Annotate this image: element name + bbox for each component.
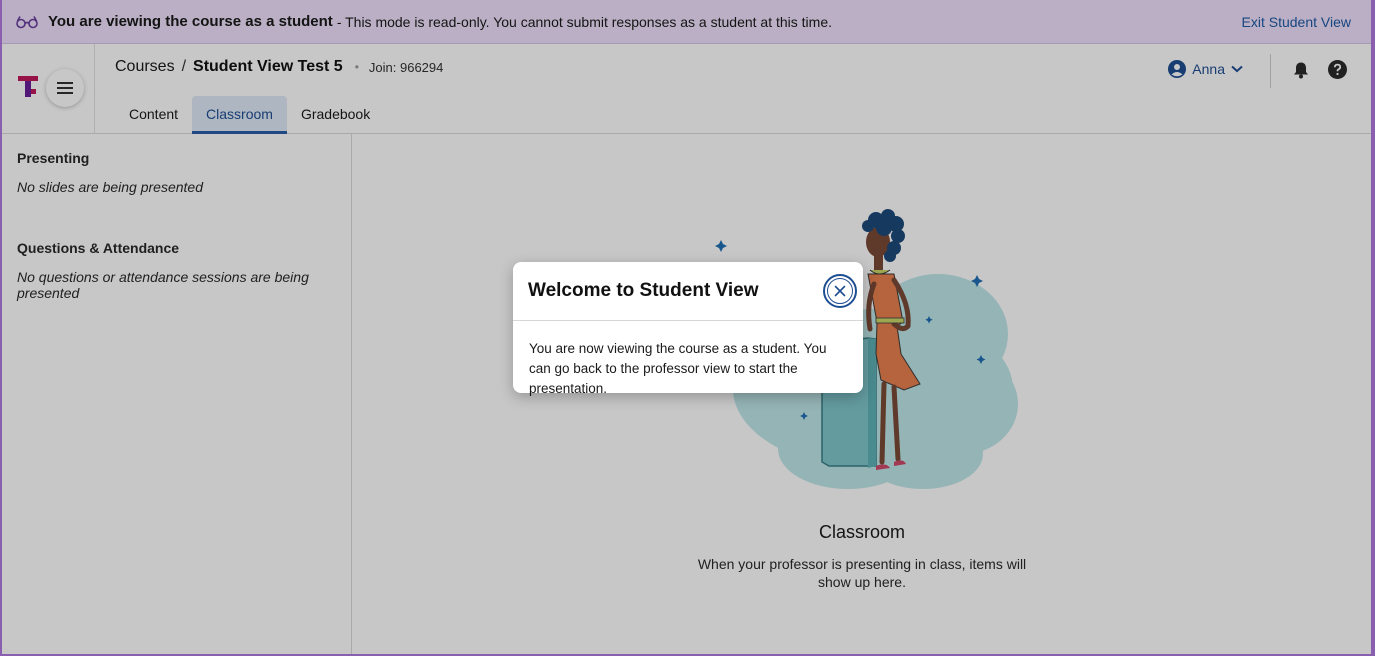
dialog-header: Welcome to Student View [513,262,863,321]
dialog-title: Welcome to Student View [528,280,759,301]
welcome-student-view-dialog: Welcome to Student View You are now view… [513,262,863,396]
app-frame: You are viewing the course as a student … [0,0,1375,656]
dialog-close-button[interactable] [823,274,857,308]
close-icon [834,285,846,297]
dialog-body: You are now viewing the course as a stud… [529,341,827,396]
close-ring [827,278,853,304]
